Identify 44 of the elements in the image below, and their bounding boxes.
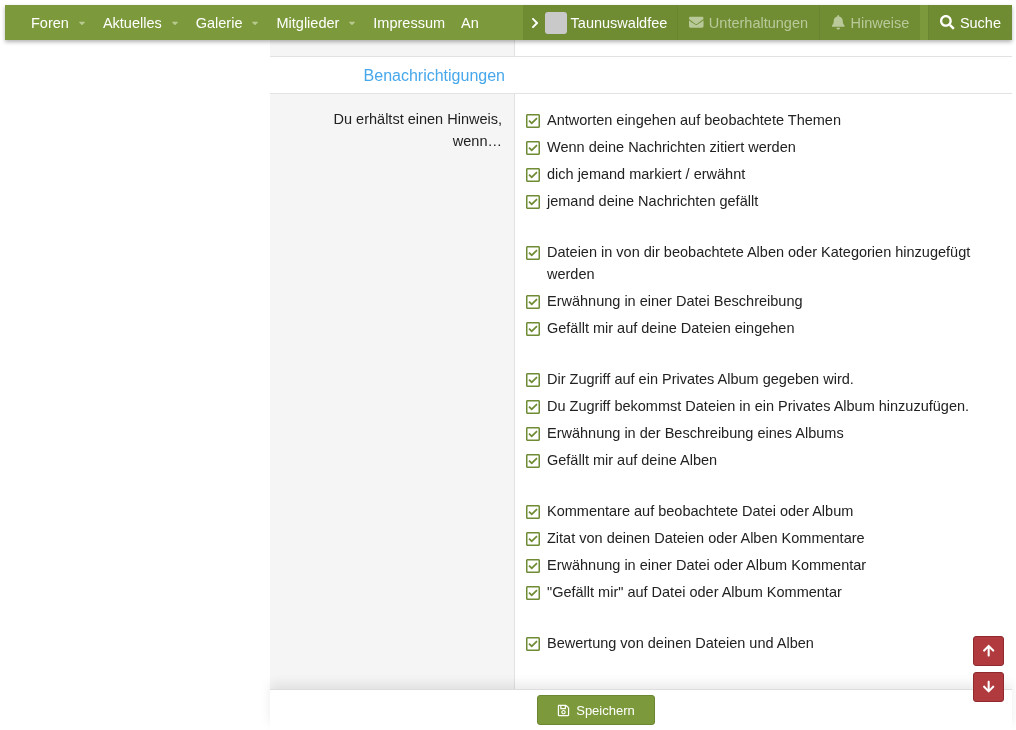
bell-icon	[831, 15, 846, 30]
user-menu[interactable]: Taunuswaldfee	[522, 5, 678, 40]
checkbox[interactable]	[525, 635, 541, 652]
search-button[interactable]: Suche	[928, 5, 1012, 40]
checkbox[interactable]	[525, 530, 541, 547]
checkbox[interactable]	[525, 452, 541, 469]
checkbox-option[interactable]: Kommentare auf beobachtete Datei oder Album	[525, 497, 854, 524]
checkbox[interactable]	[525, 557, 541, 574]
checkbox-option[interactable]: Du Zugriff bekommst Dateien in ein Privates Album hinzuzufügen.	[525, 392, 970, 419]
checkbox[interactable]	[525, 398, 541, 415]
checkbox-option[interactable]: Wenn deine Nachrichten zitiert werden	[525, 133, 796, 160]
checkbox[interactable]	[525, 112, 541, 129]
checkbox-option[interactable]: Erwähnung in einer Datei Beschreibung	[525, 287, 803, 314]
checkbox[interactable]	[525, 425, 541, 442]
avatar	[544, 11, 567, 34]
checkbox-option[interactable]: Erwähnung in der Beschreibung eines Albums	[525, 419, 844, 446]
scroll-up-button[interactable]	[973, 636, 1004, 666]
checkbox-option[interactable]: Erwähnung in einer Datei oder Album Kommentar	[525, 551, 867, 578]
checkbox-option[interactable]: "Gefällt mir" auf Datei oder Album Kommentar	[525, 578, 842, 605]
checkbox[interactable]	[525, 503, 541, 520]
checkbox-option[interactable]: Zitat von deinen Dateien oder Alben Kommentare	[525, 524, 865, 551]
checkbox-option[interactable]: Gefällt mir auf deine Alben	[525, 446, 718, 473]
checkbox-option[interactable]: Bewertung von deinen Dateien und Alben	[525, 629, 814, 656]
checkbox[interactable]	[525, 293, 541, 310]
checkbox-option[interactable]: Gefällt mir auf deine Dateien eingehen	[525, 314, 795, 341]
checkbox-option[interactable]: Antworten eingehen auf beobachtete Themen	[525, 106, 841, 133]
checkbox[interactable]	[525, 320, 541, 337]
arrow-up-icon	[981, 644, 996, 658]
scroll-down-button[interactable]	[973, 672, 1004, 702]
section-title: Benachrichtigungen	[363, 66, 506, 86]
checkbox-option[interactable]: Dir Zugriff auf ein Privates Album gegeben wird.	[525, 365, 854, 392]
checkbox[interactable]	[525, 166, 541, 183]
checkbox[interactable]	[525, 584, 541, 601]
arrow-down-icon	[981, 680, 996, 694]
checkbox[interactable]	[525, 371, 541, 388]
checkbox[interactable]	[525, 193, 541, 210]
checkbox[interactable]	[525, 244, 541, 261]
checkbox-option[interactable]: dich jemand markiert / erwähnt	[525, 160, 746, 187]
checkbox-option[interactable]: jemand deine Nachrichten gefällt	[525, 187, 759, 214]
checkbox[interactable]	[525, 139, 541, 156]
field-label: Du erhältst einen Hinweis, wenn…	[332, 110, 502, 151]
search-icon	[940, 15, 955, 30]
envelope-icon	[689, 15, 704, 30]
checkbox-option[interactable]: Dateien in von dir beobachtete Alben oder Kategorien hinzugefügt werden	[525, 238, 997, 287]
